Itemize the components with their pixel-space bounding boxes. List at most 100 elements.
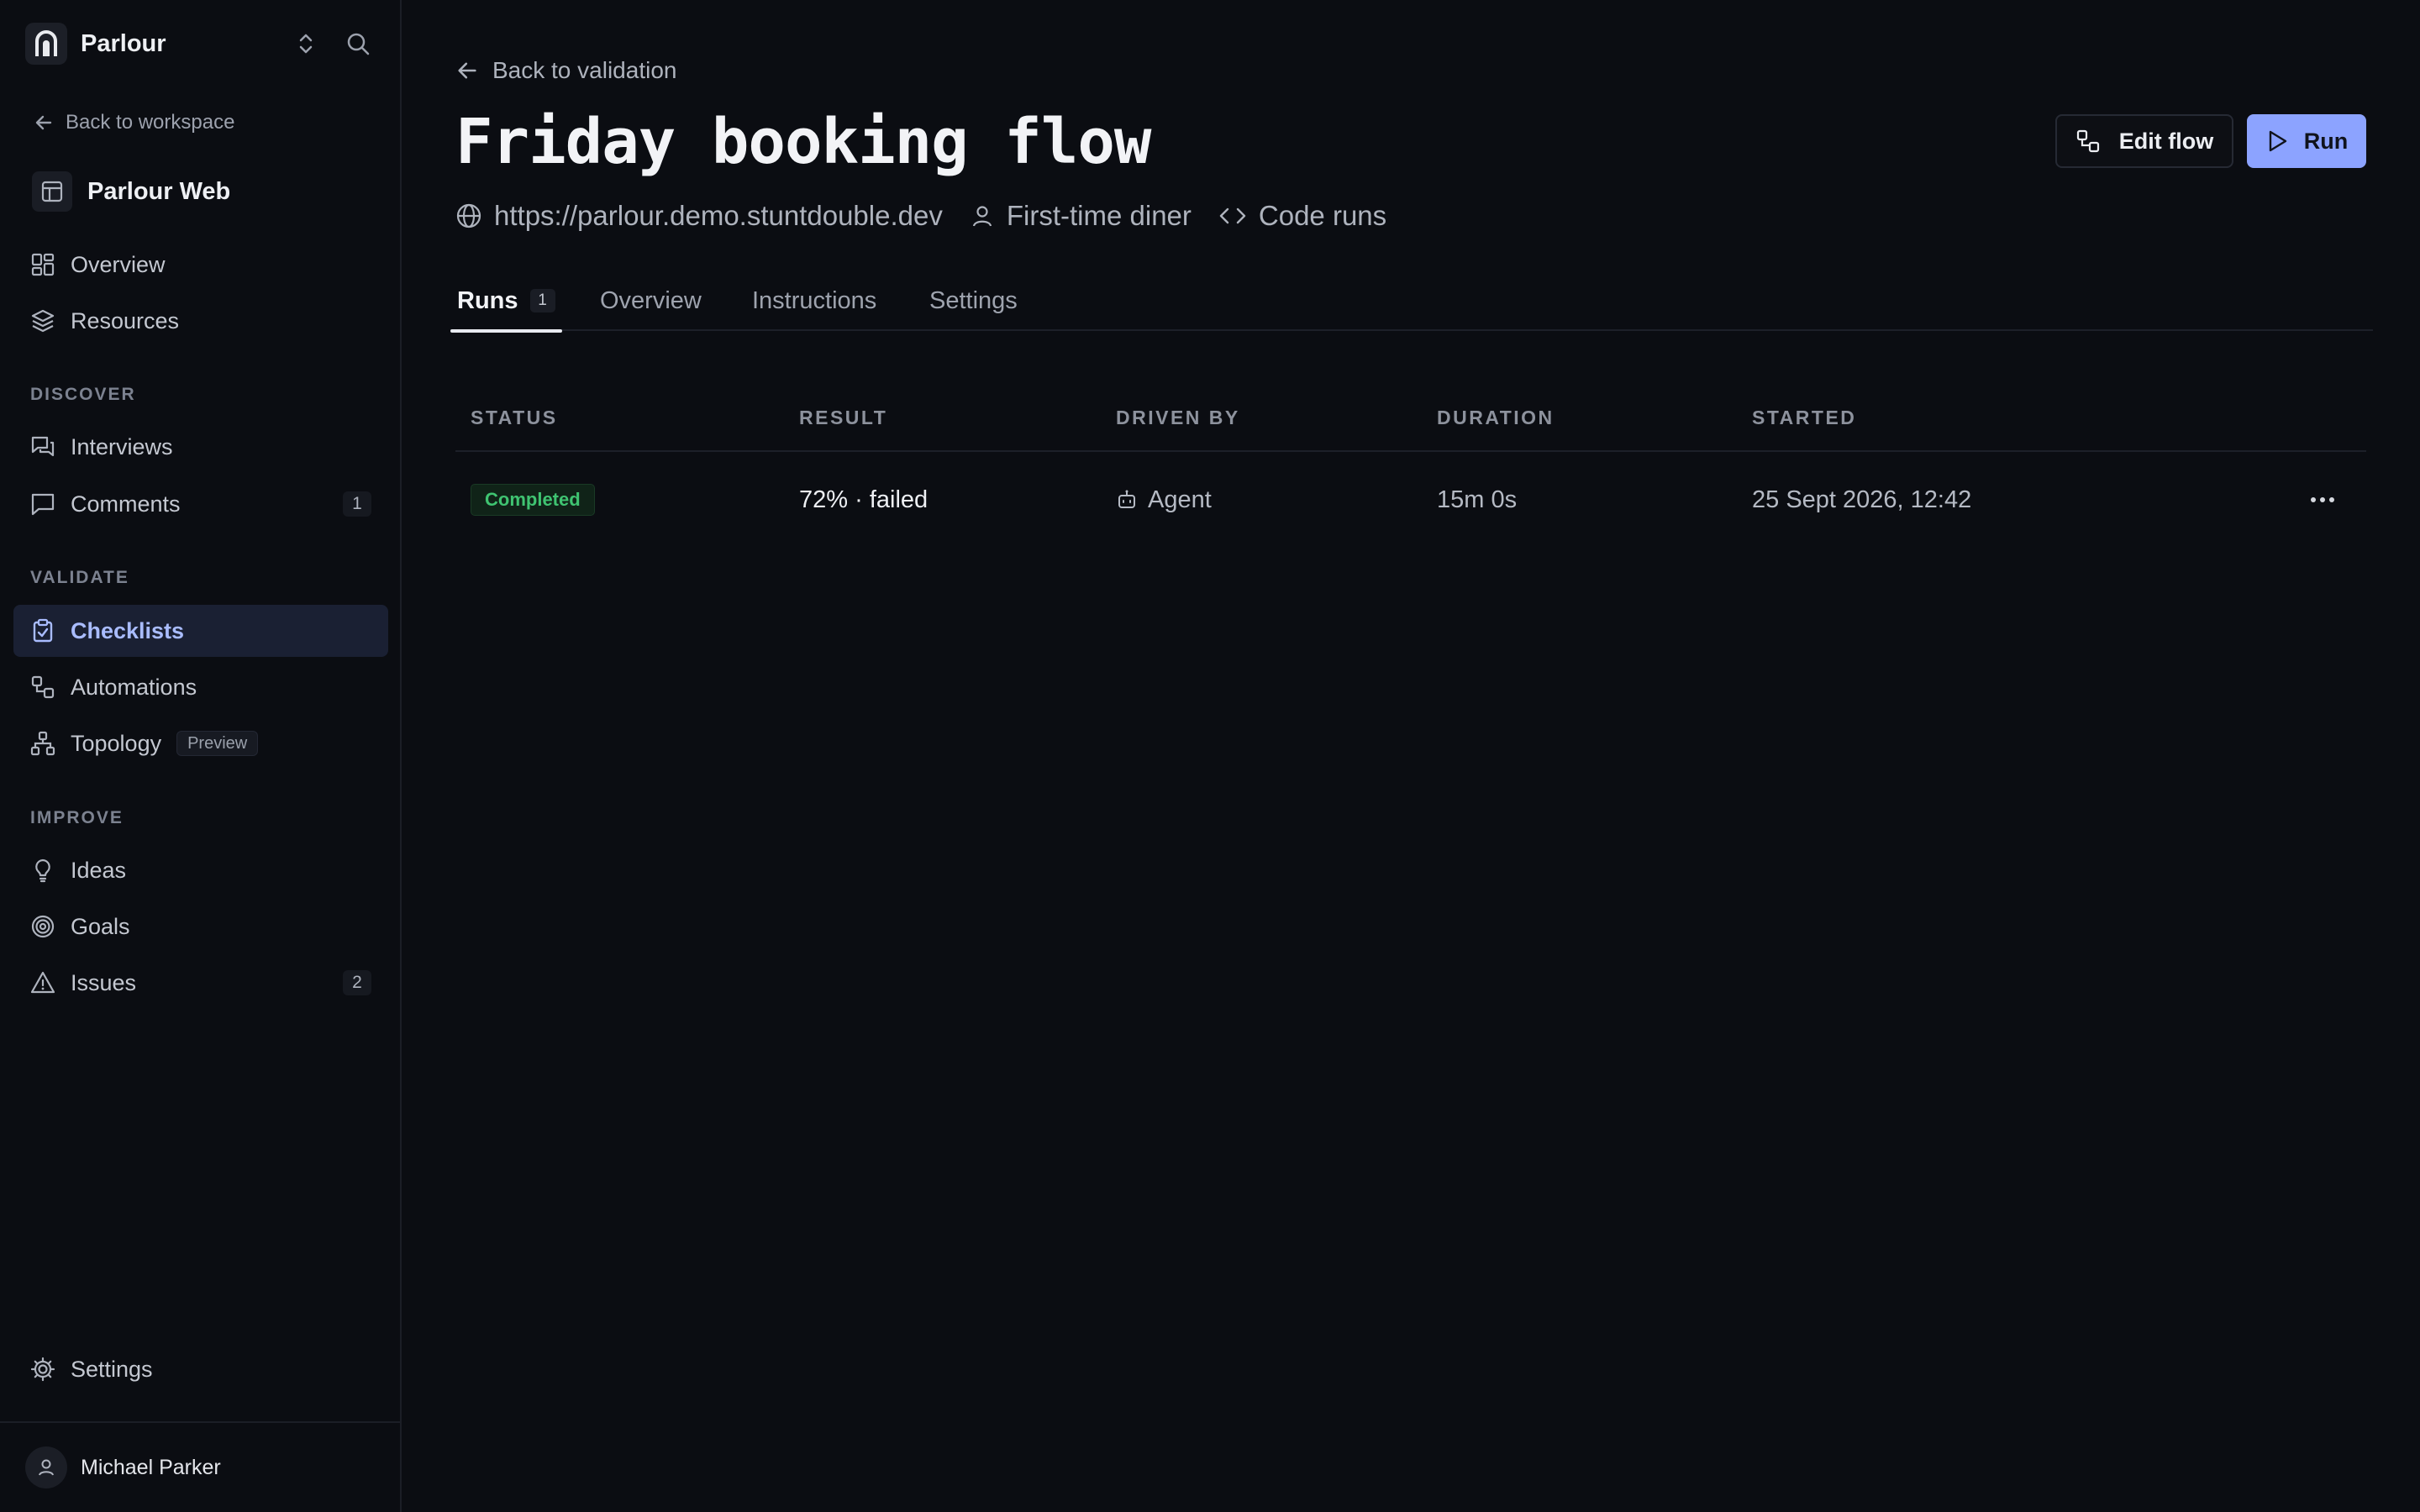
sidebar-item-label: Checklists bbox=[71, 617, 185, 643]
play-icon bbox=[2269, 130, 2286, 152]
user-name: Michael Parker bbox=[81, 1455, 221, 1479]
table-row[interactable]: Completed 72% · failed Agent 15m 0s 25 S… bbox=[455, 452, 2366, 548]
flow-persona: First-time diner bbox=[970, 200, 1192, 232]
tab-bar: Runs 1 Overview Instructions Settings bbox=[450, 270, 2373, 333]
sidebar-item-settings[interactable]: Settings bbox=[13, 1343, 388, 1395]
flow-url[interactable]: https://parlour.demo.stuntdouble.dev bbox=[455, 200, 943, 232]
flow-url-text: https://parlour.demo.stuntdouble.dev bbox=[494, 200, 943, 231]
comments-count-badge: 1 bbox=[343, 491, 371, 517]
arrow-left-icon bbox=[35, 115, 52, 130]
tab-instructions[interactable]: Instructions bbox=[752, 270, 876, 331]
workspace-switcher: Parlour bbox=[25, 23, 376, 65]
section-label-improve: IMPROVE bbox=[30, 808, 124, 827]
tab-label: Runs bbox=[457, 286, 518, 314]
back-to-validation-link[interactable]: Back to validation bbox=[455, 54, 676, 87]
sidebar-item-label: Resources bbox=[71, 307, 180, 333]
chevron-updown-icon[interactable] bbox=[287, 25, 324, 62]
sidebar-item-overview[interactable]: Overview bbox=[13, 239, 388, 291]
search-icon[interactable] bbox=[339, 25, 376, 62]
grid-icon bbox=[31, 253, 55, 276]
driven-by-text: Agent bbox=[1148, 486, 1212, 513]
avatar bbox=[25, 1446, 67, 1488]
page-title: Friday booking flow bbox=[455, 106, 1151, 178]
comment-icon bbox=[31, 493, 55, 516]
runs-count-badge: 1 bbox=[529, 289, 555, 312]
project-header[interactable]: Parlour Web bbox=[32, 171, 230, 213]
sidebar-item-ideas[interactable]: Ideas bbox=[13, 844, 388, 896]
tab-label: Instructions bbox=[752, 286, 877, 314]
more-options-icon[interactable] bbox=[2306, 486, 2339, 514]
back-to-validation-label: Back to validation bbox=[492, 57, 677, 83]
sidebar-item-label: Automations bbox=[71, 674, 197, 700]
code-icon bbox=[1219, 207, 1246, 224]
flow-mode: Code runs bbox=[1218, 200, 1386, 232]
chat-icon bbox=[31, 436, 55, 457]
flow-icon bbox=[2076, 129, 2099, 153]
sidebar-item-checklists[interactable]: Checklists bbox=[13, 605, 388, 657]
sidebar-item-automations[interactable]: Automations bbox=[13, 661, 388, 713]
clipboard-icon bbox=[33, 618, 53, 643]
target-icon bbox=[31, 915, 55, 938]
back-to-workspace-label: Back to workspace bbox=[66, 111, 235, 134]
sidebar-item-issues[interactable]: Issues 2 bbox=[13, 957, 388, 1009]
arrow-left-icon bbox=[458, 62, 476, 79]
sidebar-item-label: Comments bbox=[71, 491, 181, 517]
sidebar-item-label: Interviews bbox=[71, 433, 173, 459]
flow-icon bbox=[31, 675, 55, 699]
status-badge: Completed bbox=[471, 484, 595, 516]
layout-icon bbox=[32, 171, 72, 212]
gear-icon bbox=[30, 1357, 55, 1382]
parlour-logo-icon bbox=[25, 23, 67, 65]
sidebar-item-comments[interactable]: Comments 1 bbox=[13, 478, 388, 530]
back-to-workspace-link[interactable]: Back to workspace bbox=[34, 106, 234, 139]
sidebar-item-label: Settings bbox=[71, 1356, 153, 1382]
globe-icon bbox=[456, 203, 481, 228]
column-header-driven-by[interactable]: DRIVEN BY bbox=[1116, 407, 1240, 429]
layers-icon bbox=[31, 309, 55, 333]
duration-cell: 15m 0s bbox=[1437, 486, 1518, 513]
flow-mode-text: Code runs bbox=[1258, 200, 1387, 231]
tab-label: Settings bbox=[929, 286, 1018, 314]
user-icon bbox=[972, 206, 992, 227]
runs-table: STATUS RESULT DRIVEN BY DURATION STARTED… bbox=[455, 386, 2366, 548]
sidebar-item-label: Goals bbox=[71, 913, 130, 939]
sidebar: Parlour Back to workspace Parlour Web Ov… bbox=[0, 0, 402, 1512]
user-menu[interactable]: Michael Parker bbox=[0, 1421, 400, 1512]
column-header-duration[interactable]: DURATION bbox=[1437, 407, 1555, 429]
tab-label: Overview bbox=[600, 286, 702, 314]
sidebar-item-label: Issues bbox=[71, 969, 137, 995]
sidebar-item-interviews[interactable]: Interviews bbox=[13, 421, 388, 473]
edit-flow-label: Edit flow bbox=[2118, 128, 2214, 154]
sidebar-item-resources[interactable]: Resources bbox=[13, 295, 388, 347]
warning-icon bbox=[30, 971, 55, 994]
column-header-status[interactable]: STATUS bbox=[471, 407, 558, 429]
run-button[interactable]: Run bbox=[2247, 114, 2366, 168]
column-header-result[interactable]: RESULT bbox=[799, 407, 887, 429]
edit-flow-button[interactable]: Edit flow bbox=[2055, 114, 2233, 168]
sidebar-item-label: Overview bbox=[71, 251, 166, 277]
sidebar-item-topology[interactable]: Topology Preview bbox=[13, 717, 388, 769]
brand-name[interactable]: Parlour bbox=[81, 30, 166, 58]
status-cell: Completed bbox=[471, 452, 595, 548]
topology-icon bbox=[30, 731, 55, 756]
section-label-discover: DISCOVER bbox=[30, 385, 136, 404]
column-header-started[interactable]: STARTED bbox=[1752, 407, 1856, 429]
sidebar-item-label: Topology bbox=[71, 730, 162, 756]
result-cell: 72% · failed bbox=[799, 486, 929, 513]
sidebar-item-label: Ideas bbox=[71, 857, 127, 883]
robot-icon bbox=[1118, 490, 1135, 508]
run-label: Run bbox=[2303, 128, 2349, 154]
flow-persona-text: First-time diner bbox=[1006, 200, 1192, 231]
user-icon bbox=[39, 1459, 54, 1476]
project-name: Parlour Web bbox=[87, 177, 231, 205]
section-label-validate: VALIDATE bbox=[30, 568, 129, 587]
table-header: STATUS RESULT DRIVEN BY DURATION STARTED bbox=[455, 386, 2366, 452]
bulb-icon bbox=[35, 858, 50, 883]
driven-by-cell: Agent bbox=[1116, 452, 1212, 548]
sidebar-item-goals[interactable]: Goals bbox=[13, 900, 388, 953]
tab-settings[interactable]: Settings bbox=[929, 270, 1018, 331]
tab-runs[interactable]: Runs 1 bbox=[450, 270, 561, 333]
preview-tag: Preview bbox=[176, 731, 259, 756]
tab-overview[interactable]: Overview bbox=[600, 270, 702, 331]
started-cell: 25 Sept 2026, 12:42 bbox=[1752, 486, 1972, 513]
